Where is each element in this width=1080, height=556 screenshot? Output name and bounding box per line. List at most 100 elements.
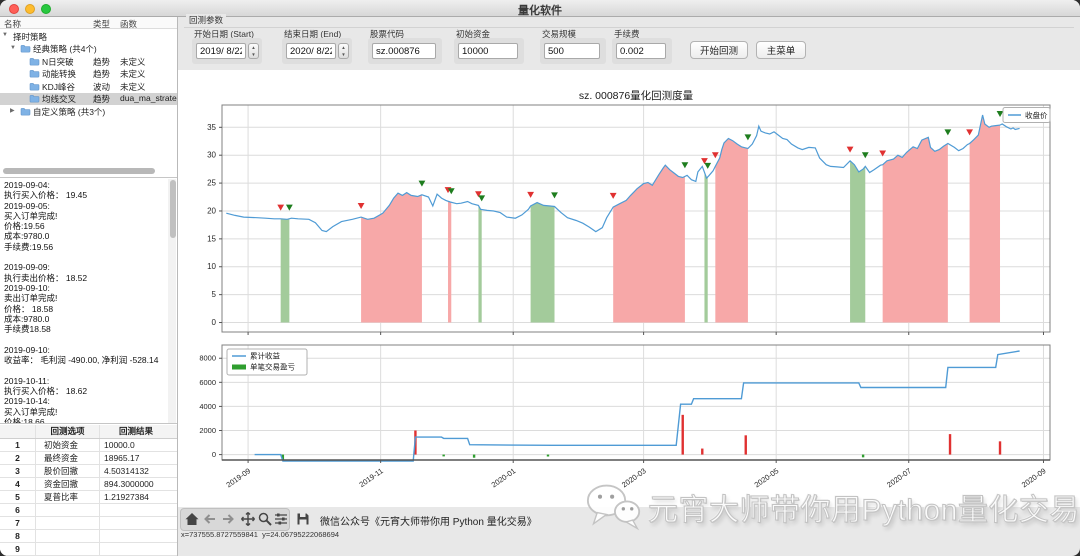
watermark: 元宵大师带你用Python量化交易 [586, 482, 1080, 532]
table-cell: 1.21927384 [104, 492, 149, 502]
table-cell [36, 530, 100, 542]
table-row[interactable]: 2 最终资金 18965.17 [0, 452, 177, 465]
tree-row[interactable]: KDJ峰谷 波动 未定义 [0, 80, 177, 93]
folder-icon [20, 107, 31, 115]
table-row[interactable]: 5 夏普比率 1.21927384 [0, 491, 177, 504]
table-cell: 4 [0, 478, 36, 490]
sell-marker [996, 110, 1004, 117]
forward-icon[interactable] [220, 511, 236, 527]
tree-horizontal-scrollbar[interactable] [3, 168, 155, 174]
table-cell [36, 543, 100, 555]
tree-item-type: 波动 [93, 81, 111, 92]
table-cell [100, 517, 172, 529]
x-tick-label: 2019-11 [358, 466, 385, 489]
tree-item-name: KDJ峰谷 [42, 81, 76, 92]
trade-band-win [613, 165, 685, 323]
log-text: 2019-09-04: 执行买入价格： 19.45 2019-09-05: 买入… [4, 180, 159, 424]
table-row[interactable]: 6 [0, 504, 177, 517]
save-icon[interactable] [295, 511, 311, 527]
table-cell: 1 [0, 439, 36, 451]
fee-input[interactable] [616, 43, 666, 59]
table-row[interactable]: 9 [0, 543, 177, 556]
strategy-tree: ▼ 择时策略 ▼ 经典策略 (共4个) N日突破 趋势 未定义 动能转换 趋势 未定义 KDJ峰谷波… [0, 30, 177, 118]
buy-marker [357, 202, 365, 209]
table-cell [36, 504, 100, 516]
table-cell: 894.3000000 [104, 479, 154, 489]
tree-row[interactable]: ▶ 自定义策略 (共3个) [0, 105, 177, 118]
trade-band-win [715, 138, 748, 323]
start-backtest-button[interactable]: 开始回测 [690, 41, 748, 59]
window-title: 量化软件 [518, 5, 562, 17]
table-row[interactable]: 1 初始资金 10000.0 [0, 439, 177, 452]
svg-text:15: 15 [207, 234, 216, 243]
table-cell: 8 [0, 530, 36, 542]
start-date-stepper[interactable]: ▲ ▼ [248, 43, 259, 59]
table-cell: 夏普比率 [36, 491, 100, 503]
folder-icon [29, 57, 40, 65]
log-scrollbar-thumb[interactable] [170, 180, 176, 238]
caret-icon[interactable]: ▼ [2, 32, 8, 38]
tree-row[interactable]: ▼ 经典策略 (共4个) [0, 43, 177, 56]
init-capital-input[interactable] [458, 43, 518, 59]
caret-icon[interactable]: ▼ [10, 45, 16, 51]
table-header-cell: 回测选项 [36, 425, 100, 438]
caret-icon[interactable]: ▶ [10, 107, 15, 114]
sell-marker [418, 180, 426, 187]
svg-text:25: 25 [207, 179, 216, 188]
x-tick-label: 2020-01 [490, 466, 518, 489]
tree-item-func: dua_ma_strategy [120, 93, 177, 103]
sell-marker [681, 162, 689, 169]
end-date-input[interactable] [286, 43, 336, 59]
wechat-caption: 微信公众号《元宵大师带你用 Python 量化交易》 [320, 517, 537, 528]
tree-row[interactable]: N日突破 趋势 未定义 [0, 55, 177, 68]
svg-text:4000: 4000 [199, 402, 216, 411]
main-menu-button[interactable]: 主菜单 [756, 41, 806, 59]
cursor-coordinates: x=737555.8727559841 y=24.06795222068694 [181, 530, 340, 539]
svg-text:单笔交易盈亏: 单笔交易盈亏 [250, 362, 295, 372]
svg-text:6000: 6000 [199, 378, 216, 387]
stock-code-input[interactable] [372, 43, 436, 59]
end-date-stepper[interactable]: ▲ ▼ [338, 43, 349, 59]
trade-band-win [969, 115, 1001, 323]
table-row[interactable]: 3 股价回撤 4.50314132 [0, 465, 177, 478]
table-cell: 9 [0, 543, 36, 555]
table-cell [100, 530, 172, 542]
svg-text:8000: 8000 [199, 354, 216, 363]
tree-row[interactable]: ▼ 择时策略 [0, 30, 177, 43]
svg-text:35: 35 [207, 123, 216, 132]
backtest-params-bar: 回测参数 开始日期 (Start) ▲▼ 结束日期 (End) ▲▼ 股票代码 … [178, 14, 1080, 70]
table-cell: 4.50314132 [104, 466, 149, 476]
tree-row[interactable]: 均线交叉 趋势 dua_ma_strategy [0, 92, 177, 105]
tree-item-type: 趋势 [93, 94, 111, 104]
trade-size-input[interactable] [544, 43, 600, 59]
home-icon[interactable] [184, 511, 200, 527]
buy-marker [609, 192, 617, 199]
pan-icon[interactable] [240, 511, 256, 527]
title-bar: 量化软件 [0, 0, 1080, 17]
legend-label: 收盘价 [1025, 110, 1048, 120]
trade-band-win [882, 137, 948, 323]
tree-item-func: 未定义 [120, 81, 146, 92]
tree-item-name: 经典策略 (共4个) [33, 44, 97, 54]
table-row[interactable]: 4 资金回撤 894.3000000 [0, 478, 177, 491]
x-tick-label: 2019-09 [225, 466, 253, 489]
sliders-icon[interactable] [273, 511, 289, 527]
trade-band-loss [280, 218, 290, 323]
table-row[interactable]: 7 [0, 517, 177, 530]
tree-row[interactable]: 动能转换 趋势 未定义 [0, 68, 177, 81]
sell-marker [478, 195, 486, 202]
back-icon[interactable] [202, 511, 218, 527]
chart-title: sz. 000876量化回测度量 [579, 89, 694, 102]
zoom-icon[interactable] [257, 511, 273, 527]
start-date-input[interactable] [196, 43, 246, 59]
table-row[interactable]: 8 [0, 530, 177, 543]
sell-marker [704, 162, 712, 169]
svg-text:10: 10 [207, 262, 216, 271]
table-cell: 资金回撤 [36, 478, 100, 490]
svg-text:0: 0 [212, 318, 217, 327]
backtest-log-panel[interactable]: 2019-09-04: 执行买入价格： 19.45 2019-09-05: 买入… [0, 177, 177, 424]
table-cell: 5 [0, 491, 36, 503]
buy-marker [527, 191, 534, 198]
watermark-text: 元宵大师带你用Python量化交易 [648, 494, 1080, 528]
folder-icon [20, 45, 31, 53]
